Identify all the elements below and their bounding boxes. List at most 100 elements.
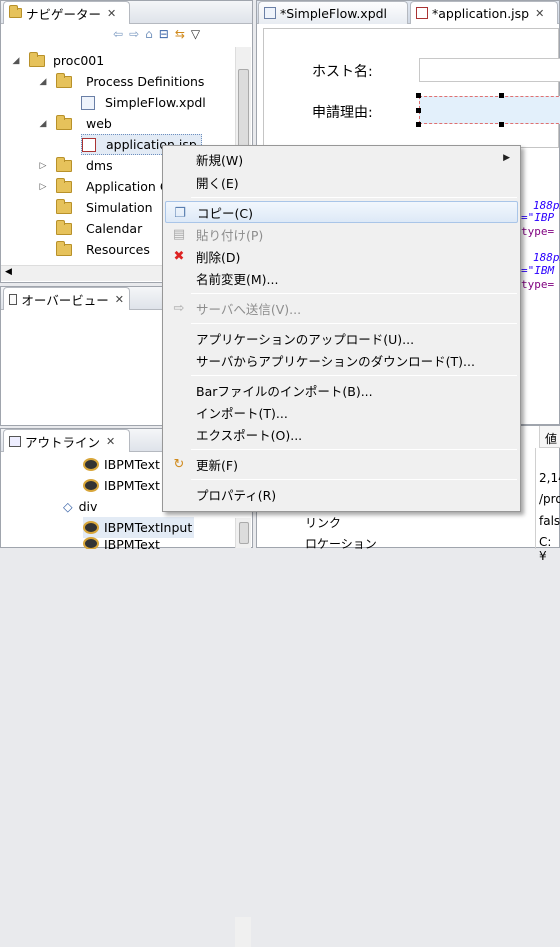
close-icon[interactable]: ✕ (535, 7, 544, 20)
property-value[interactable]: fals (539, 514, 560, 528)
component-icon (83, 458, 99, 471)
property-name: リンク (305, 516, 342, 530)
menu-item-rename[interactable]: 名前変更(M)... (165, 267, 518, 289)
menu-label: 貼り付け(P) (196, 227, 264, 243)
outline-label: IBPMText (104, 478, 160, 493)
tree-item-calendar[interactable]: Calendar (50, 218, 142, 239)
outline-vscrollbar[interactable] (235, 917, 251, 947)
tree-item-simulation[interactable]: Simulation (50, 197, 153, 218)
menu-item-export[interactable]: エクスポート(O)... (165, 423, 518, 445)
menu-label: 新規(W) (196, 152, 244, 168)
navigator-title: ナビゲーター (26, 6, 102, 22)
collapse-all-icon[interactable]: ⊟ (159, 27, 175, 41)
navigator-tab[interactable]: ナビゲーター ✕ (3, 1, 130, 24)
home-icon[interactable]: ⌂ (145, 27, 159, 41)
outline-title: アウトライン (25, 434, 101, 450)
tree-label: Simulation (86, 200, 153, 215)
outline-scrollbar[interactable] (235, 518, 251, 548)
selection-handle[interactable] (499, 122, 504, 127)
close-icon[interactable]: ✕ (115, 293, 124, 306)
menu-item-paste[interactable]: ▤ 貼り付け(P) (165, 223, 518, 245)
send-icon: ⇨ (173, 300, 185, 316)
menu-item-import[interactable]: インポート(T)... (165, 401, 518, 423)
tree-item-application-cl[interactable]: ▷ Application Cl (36, 176, 172, 197)
folder-icon (56, 198, 72, 214)
menu-item-properties[interactable]: プロパティ(R) (165, 483, 518, 505)
component-icon (83, 521, 99, 534)
outline-item[interactable]: IBPMText (83, 454, 160, 475)
menu-item-open[interactable]: 開く(E) (165, 171, 518, 193)
property-value[interactable]: /pro (539, 492, 560, 506)
menu-label: サーバからアプリケーションのダウンロード(T)... (196, 353, 475, 369)
outline-item[interactable]: IBPMText (83, 475, 160, 496)
link-editor-icon[interactable]: ⇆ (175, 27, 191, 41)
menu-item-send-to-server[interactable]: ⇨ サーバへ送信(V)... (165, 297, 518, 319)
scroll-left-icon[interactable]: ◀ (5, 267, 12, 277)
menu-separator (191, 479, 517, 480)
tree-label: SimpleFlow.xpdl (105, 95, 206, 110)
reason-input[interactable] (419, 96, 560, 124)
menu-separator (191, 323, 517, 324)
tree-item-web[interactable]: ◢ web (36, 113, 112, 134)
host-input[interactable] (419, 58, 560, 82)
property-value[interactable]: C:¥ (539, 535, 559, 563)
view-menu-icon[interactable]: ▽ (191, 27, 206, 41)
twisty-icon[interactable]: ▷ (36, 182, 50, 192)
twisty-icon[interactable]: ◢ (36, 77, 50, 87)
menu-separator (191, 197, 517, 198)
tab-simpleflow[interactable]: *SimpleFlow.xpdl (258, 1, 408, 24)
overview-icon (9, 293, 18, 305)
outline-label: IBPMText (104, 457, 160, 472)
menu-item-copy[interactable]: ❐ コピー(C) (165, 201, 518, 223)
submenu-arrow-icon: ▶ (503, 153, 510, 163)
div-icon: ◇ (63, 499, 73, 514)
selection-handle[interactable] (499, 93, 504, 98)
menu-item-new[interactable]: 新規(W) ▶ (165, 148, 518, 170)
outline-tab[interactable]: アウトライン ✕ (3, 429, 130, 452)
tree-item-process-definitions[interactable]: ◢ Process Definitions (36, 71, 204, 92)
menu-label: プロパティ(R) (196, 487, 277, 503)
design-canvas[interactable]: ホスト名: 申請理由: (263, 28, 560, 148)
scrollbar-thumb[interactable] (239, 522, 249, 544)
code-fragment: ="IBM (521, 264, 555, 277)
folder-icon (56, 114, 72, 130)
menu-item-upload-application[interactable]: アプリケーションのアップロード(U)... (165, 327, 518, 349)
tab-application-jsp[interactable]: *application.jsp ✕ (410, 1, 558, 24)
back-icon[interactable]: ⇦ (113, 27, 129, 41)
close-icon[interactable]: ✕ (107, 7, 116, 20)
tree-item-proc001[interactable]: ◢ proc001 (9, 50, 104, 71)
flow-file-icon (264, 7, 276, 19)
outline-item-selected[interactable]: IBPMTextInput (83, 517, 195, 538)
menu-item-download-application[interactable]: サーバからアプリケーションのダウンロード(T)... (165, 349, 518, 371)
outline-label: IBPMTextInput (104, 520, 193, 535)
selection-handle[interactable] (416, 108, 421, 113)
delete-icon: ✖ (173, 248, 185, 264)
menu-label: サーバへ送信(V)... (196, 301, 302, 317)
menu-item-refresh[interactable]: ↻ 更新(F) (165, 453, 518, 475)
menu-label: アプリケーションのアップロード(U)... (196, 331, 415, 347)
twisty-icon[interactable]: ◢ (36, 119, 50, 129)
property-value[interactable]: 2,14 (539, 471, 560, 485)
menu-item-import-bar[interactable]: Barファイルのインポート(B)... (165, 379, 518, 401)
outline-icon (9, 435, 21, 447)
tree-item-resources[interactable]: Resources (50, 239, 150, 260)
outline-item[interactable]: ◇ div (63, 496, 97, 517)
navigator-icon (9, 5, 22, 18)
host-label: ホスト名: (312, 64, 373, 80)
forward-icon[interactable]: ⇨ (129, 27, 145, 41)
outline-label: IBPMText (104, 537, 160, 549)
outline-item[interactable]: IBPMText (83, 537, 160, 549)
value-column-header[interactable]: 値 (539, 426, 560, 448)
overview-tab[interactable]: オーバービュー ✕ (3, 287, 130, 310)
tree-item-dms[interactable]: ▷ dms (36, 155, 113, 176)
overview-title: オーバービュー (21, 292, 109, 308)
twisty-icon[interactable]: ▷ (36, 161, 50, 171)
menu-item-delete[interactable]: ✖ 削除(D) (165, 245, 518, 267)
selection-handle[interactable] (416, 93, 421, 98)
tree-label: dms (86, 158, 113, 173)
twisty-icon[interactable]: ◢ (9, 56, 23, 66)
close-icon[interactable]: ✕ (106, 435, 115, 448)
refresh-icon: ↻ (173, 456, 185, 472)
tree-item-simpleflow[interactable]: SimpleFlow.xpdl (81, 92, 206, 113)
selection-handle[interactable] (416, 122, 421, 127)
